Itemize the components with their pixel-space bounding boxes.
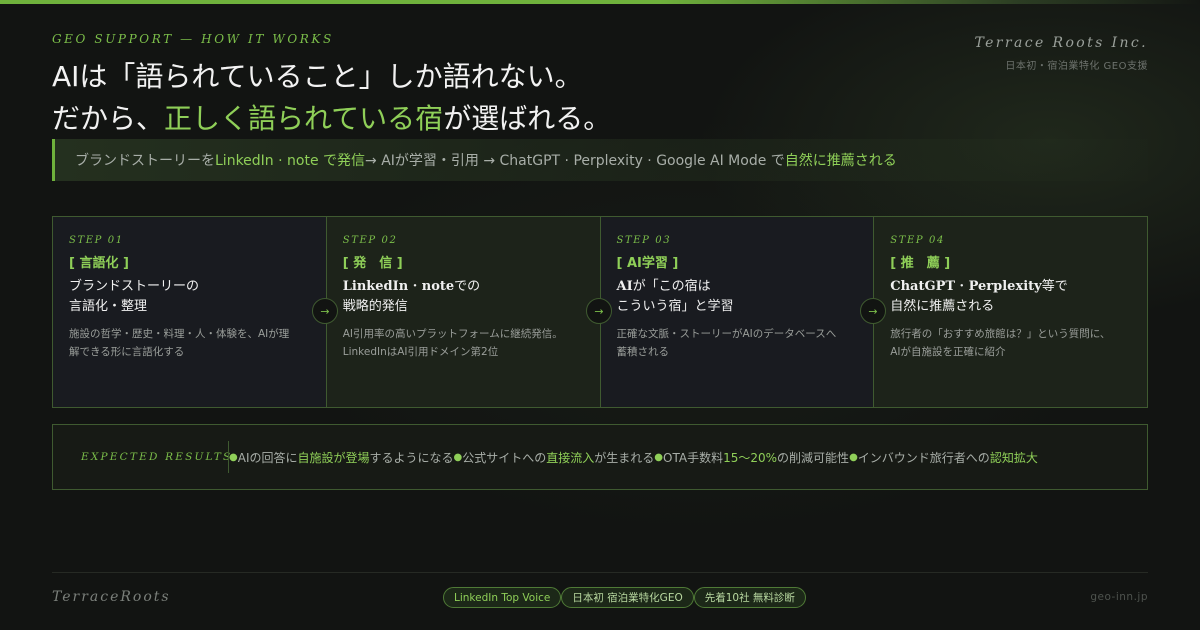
brand-name: Terrace Roots Inc.: [974, 35, 1148, 51]
footer-badges: LinkedIn Top Voice 日本初 宿泊業特化GEO 先着10社 無料…: [443, 587, 806, 608]
step-description: 旅行者の「おすすめ旅館は？」という質問に、 AIが自施設を正確に紹介: [890, 325, 1131, 361]
step-desc-line-1: 旅行者の「おすすめ旅館は？」という質問に、: [890, 328, 1111, 340]
step-title: LinkedIn · noteでの 戦略的発信: [343, 277, 584, 317]
footer-brand: TerraceRoots: [52, 589, 171, 605]
result-item: ● OTA手数料 15〜20% の削減可能性: [654, 449, 849, 466]
bullet-dot-icon: ●: [453, 451, 463, 463]
step-card-4: STEP 04 [ 推 薦 ] ChatGPT · Perplexity等で 自…: [874, 217, 1147, 407]
step-title-rest: での: [454, 279, 481, 294]
step-title-line-1: ChatGPT · Perplexity等で: [890, 277, 1131, 297]
step-title-line-1: ブランドストーリーの: [69, 279, 200, 294]
step-title: AIが「この宿は こういう宿」と学習: [617, 277, 858, 317]
step-title-rest: 等で: [1041, 279, 1068, 294]
step-desc-line-2: 解できる形に言語化する: [69, 346, 185, 358]
step-title: ChatGPT · Perplexity等で 自然に推薦される: [890, 277, 1131, 317]
result-item: ● AIの回答に 自施設が登場 するようになる: [229, 449, 454, 466]
step-title-bold: LinkedIn · note: [342, 279, 455, 294]
step-number: STEP 04: [890, 235, 945, 246]
result-text: インバウンド旅行者への: [857, 450, 990, 465]
arrow-right-icon: →: [860, 298, 886, 324]
banner-part-1: ブランドストーリーを: [75, 153, 215, 169]
banner-part-2: LinkedIn · note で発信: [215, 153, 366, 169]
badge-free-diagnosis: 先着10社 無料診断: [693, 587, 806, 608]
step-card-1: STEP 01 [ 言語化 ] ブランドストーリーの 言語化・整理 施設の哲学・…: [53, 217, 327, 407]
headline-line-1: AIは「語られていること」しか語れない。: [52, 60, 583, 93]
result-text: が生まれる: [594, 450, 655, 465]
bullet-dot-icon: ●: [229, 451, 238, 463]
step-card-3: STEP 03 [ AI学習 ] AIが「この宿は こういう宿」と学習 正確な文…: [600, 217, 875, 407]
result-item: ● インバウンド旅行者への 認知拡大: [849, 449, 1038, 466]
step-desc-line-2: 蓄積される: [616, 346, 670, 358]
step-number: STEP 01: [69, 235, 124, 246]
step-description: AI引用率の高いプラットフォームに継続発信。 LinkedInはAI引用ドメイン…: [343, 325, 584, 361]
step-number: STEP 03: [616, 235, 672, 246]
result-text: 公式サイトへの: [462, 450, 547, 465]
result-text: AIの回答に: [237, 450, 298, 465]
headline-line-2: だから、正しく語られている宿が選ばれる。: [52, 98, 611, 140]
step-title-line-2: 言語化・整理: [69, 299, 148, 314]
results-label: EXPECTED RESULTS: [81, 451, 233, 463]
step-desc-line-1: 施設の哲学・歴史・料理・人・体験を、AIが理: [69, 328, 290, 340]
step-title-line-2: 戦略的発信: [342, 299, 408, 314]
arrow-right-icon: →: [586, 298, 612, 324]
arrow-right-icon: →: [312, 298, 338, 324]
step-tag: [ AI学習 ]: [616, 256, 679, 271]
footer-url: geo-inn.jp: [1090, 591, 1148, 603]
bullet-dot-icon: ●: [654, 451, 664, 463]
step-card-2: STEP 02 [ 発 信 ] LinkedIn · noteでの 戦略的発信 …: [326, 217, 601, 407]
result-text: の削減可能性: [777, 450, 850, 465]
headline: AIは「語られていること」しか語れない。 だから、正しく語られている宿が選ばれる…: [52, 56, 611, 140]
brand-header: Terrace Roots Inc. 日本初・宿泊業特化 GEO支援: [974, 35, 1148, 72]
result-item: ● 公式サイトへの 直接流入 が生まれる: [454, 449, 655, 466]
bullet-dot-icon: ●: [849, 451, 858, 463]
step-title-line-2: こういう宿」と学習: [616, 299, 734, 314]
step-description: 正確な文脈・ストーリーがAIのデータベースへ 蓄積される: [617, 325, 858, 361]
banner-part-4: 自然に推薦される: [784, 153, 897, 169]
step-desc-line-1: 正確な文脈・ストーリーがAIのデータベースへ: [616, 328, 837, 340]
step-title: ブランドストーリーの 言語化・整理: [69, 277, 310, 317]
step-desc-line-2: LinkedInはAI引用ドメイン第2位: [342, 346, 499, 358]
headline-post: が選ばれる。: [443, 102, 612, 135]
headline-pre: だから、: [52, 102, 165, 135]
step-title-line-1: LinkedIn · noteでの: [343, 277, 584, 297]
step-title-line-1: AIが「この宿は: [617, 277, 858, 297]
result-accent: 自施設が登場: [297, 450, 370, 465]
brand-subtitle: 日本初・宿泊業特化 GEO支援: [1005, 61, 1148, 72]
eyebrow: GEO SUPPORT — HOW IT WORKS: [52, 32, 334, 46]
step-tag: [ 言語化 ]: [69, 256, 129, 271]
headline-accent: 正しく語られている宿: [164, 102, 444, 135]
step-title-bold: ChatGPT · Perplexity: [890, 279, 1042, 294]
banner-part-3: → AIが学習・引用 → ChatGPT · Perplexity · Goog…: [365, 153, 785, 169]
result-text: するようになる: [369, 450, 454, 465]
result-text: OTA手数料: [663, 450, 724, 465]
result-accent: 15〜20%: [723, 450, 778, 465]
step-title-bold: AI: [616, 279, 633, 294]
step-tag: [ 推 薦 ]: [890, 256, 951, 271]
step-description: 施設の哲学・歴史・料理・人・体験を、AIが理 解できる形に言語化する: [69, 325, 310, 361]
footer-divider: [52, 572, 1148, 573]
top-accent-bar: [0, 0, 1200, 4]
step-desc-line-1: AI引用率の高いプラットフォームに継続発信。: [342, 328, 563, 340]
step-title-line-2: 自然に推薦される: [890, 299, 995, 314]
step-tag: [ 発 信 ]: [342, 256, 403, 271]
step-number: STEP 02: [342, 235, 398, 246]
result-accent: 直接流入: [546, 450, 595, 465]
badge-linkedin-top-voice: LinkedIn Top Voice: [443, 587, 562, 608]
result-accent: 認知拡大: [989, 450, 1038, 465]
expected-results: EXPECTED RESULTS ● AIの回答に 自施設が登場 するようになる ●…: [52, 424, 1148, 490]
flow-banner: ブランドストーリーを LinkedIn · note で発信 → AIが学習・引…: [52, 139, 1148, 181]
badge-geo-first: 日本初 宿泊業特化GEO: [561, 587, 694, 608]
step-desc-line-2: AIが自施設を正確に紹介: [890, 346, 1006, 358]
step-title-rest: が「この宿は: [632, 279, 711, 294]
